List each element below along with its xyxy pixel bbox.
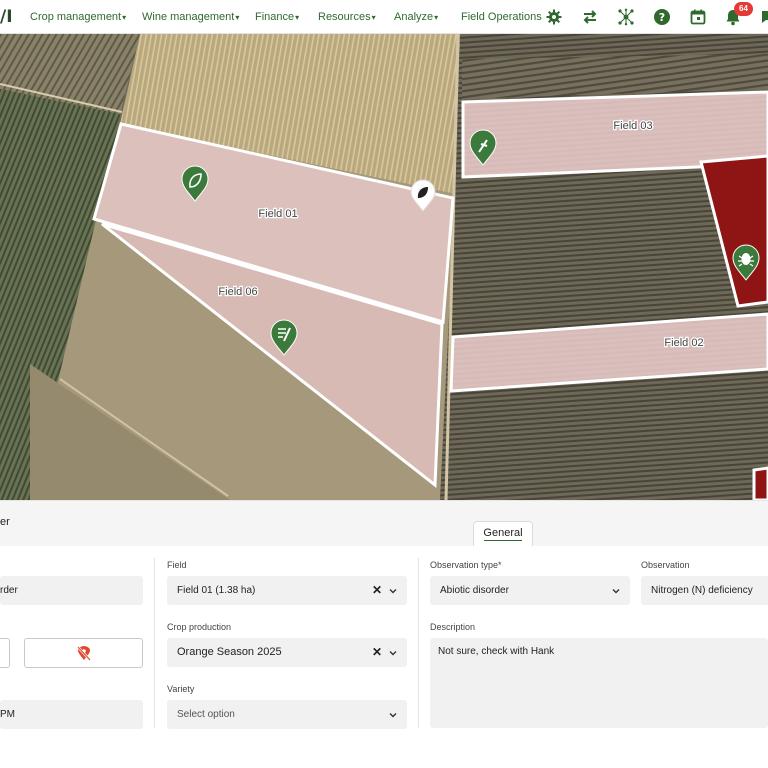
nav-caret: ▾ <box>434 13 439 22</box>
observation-label: Observation <box>641 560 690 570</box>
chevron-down-icon[interactable] <box>611 586 621 596</box>
nav-caret: ▾ <box>122 13 127 22</box>
panel-header: er General <box>0 500 768 548</box>
network-icon[interactable] <box>617 8 635 26</box>
nav-wine-management[interactable]: Wine management▾ <box>142 11 239 23</box>
infested-field-polygon[interactable] <box>752 466 768 500</box>
left-action-button[interactable] <box>0 638 10 668</box>
panel-title: er <box>0 516 10 528</box>
notification-count-badge: 64 <box>734 2 753 16</box>
description-value: Not sure, check with Hank <box>438 646 555 657</box>
crop-production-value: Orange Season 2025 <box>177 646 282 658</box>
crop-production-label: Crop production <box>167 622 232 632</box>
nav-crop-management[interactable]: Crop management▾ <box>30 11 126 23</box>
nav-field-operations-label: Field Operations <box>461 11 542 23</box>
observation-name-value: rder <box>0 585 18 596</box>
description-textarea[interactable]: Not sure, check with Hank <box>430 638 768 728</box>
field-01-label: Field 01 <box>258 208 297 220</box>
chat-icon[interactable] <box>760 8 768 26</box>
chevron-down-icon[interactable] <box>388 710 398 720</box>
observation-type-label: Observation type* <box>430 560 502 570</box>
observation-time-value: PM <box>0 709 15 720</box>
field-select[interactable]: Field 01 (1.38 ha) <box>167 576 407 605</box>
chevron-down-icon[interactable] <box>388 648 398 658</box>
field-03-label: Field 03 <box>613 120 652 132</box>
field-06-label: Field 06 <box>218 286 257 298</box>
crop-production-select[interactable]: Orange Season 2025 <box>167 638 407 667</box>
nav-wine-management-label: Wine management <box>142 11 235 23</box>
tab-active-underline <box>484 540 522 541</box>
description-label: Description <box>430 622 476 632</box>
calendar-icon[interactable] <box>689 8 707 26</box>
tab-general-label: General <box>483 527 523 539</box>
observation-type-select[interactable]: Abiotic disorder <box>430 576 630 605</box>
nav-resources[interactable]: Resources▾ <box>318 11 376 23</box>
remove-location-button[interactable] <box>24 638 143 668</box>
variety-placeholder: Select option <box>177 709 235 720</box>
sync-arrows-icon[interactable] <box>581 8 599 26</box>
field-label: Field <box>167 560 187 570</box>
gear-icon[interactable] <box>545 8 563 26</box>
tab-general[interactable]: General <box>473 521 533 548</box>
map-canvas[interactable]: Field 01 Field 06 Field 03 Field 02 <box>0 34 768 500</box>
satellite-map[interactable]: Field 01 Field 06 Field 03 Field 02 <box>0 34 768 500</box>
field-select-value: Field 01 (1.38 ha) <box>177 585 256 596</box>
observation-name-field[interactable]: rder <box>0 576 143 605</box>
nav-caret: ▾ <box>371 13 376 22</box>
field-02-label: Field 02 <box>664 337 703 349</box>
nav-crop-management-label: Crop management <box>30 11 122 23</box>
svg-text:?: ? <box>659 11 665 24</box>
bug-icon <box>741 253 751 265</box>
nav-resources-label: Resources <box>318 11 371 23</box>
observation-value: Nitrogen (N) deficiency <box>651 585 753 596</box>
nav-field-operations[interactable]: Field Operations <box>461 11 542 23</box>
map-pin-off-icon <box>77 646 91 661</box>
column-divider <box>418 558 419 728</box>
help-icon[interactable]: ? <box>653 8 671 26</box>
top-navigation-bar: /I Crop management▾ Wine management▾ Fin… <box>0 0 768 34</box>
chevron-down-icon[interactable] <box>388 586 398 596</box>
nav-caret: ▾ <box>235 13 240 22</box>
nav-finance-label: Finance <box>255 11 295 23</box>
nav-analyze[interactable]: Analyze▾ <box>394 11 438 23</box>
nav-caret: ▾ <box>295 13 300 22</box>
observation-type-value: Abiotic disorder <box>440 585 509 596</box>
observation-time-field[interactable]: PM <box>0 700 143 729</box>
column-divider <box>154 558 155 728</box>
crop-production-clear-icon[interactable]: ✕ <box>372 645 382 659</box>
app-logo[interactable]: /I <box>0 7 13 27</box>
observation-select[interactable]: Nitrogen (N) deficiency <box>641 576 768 605</box>
variety-label: Variety <box>167 684 195 694</box>
nav-analyze-label: Analyze <box>394 11 434 23</box>
field-clear-icon[interactable]: ✕ <box>372 583 382 597</box>
variety-select[interactable]: Select option <box>167 700 407 729</box>
nav-finance[interactable]: Finance▾ <box>255 11 299 23</box>
